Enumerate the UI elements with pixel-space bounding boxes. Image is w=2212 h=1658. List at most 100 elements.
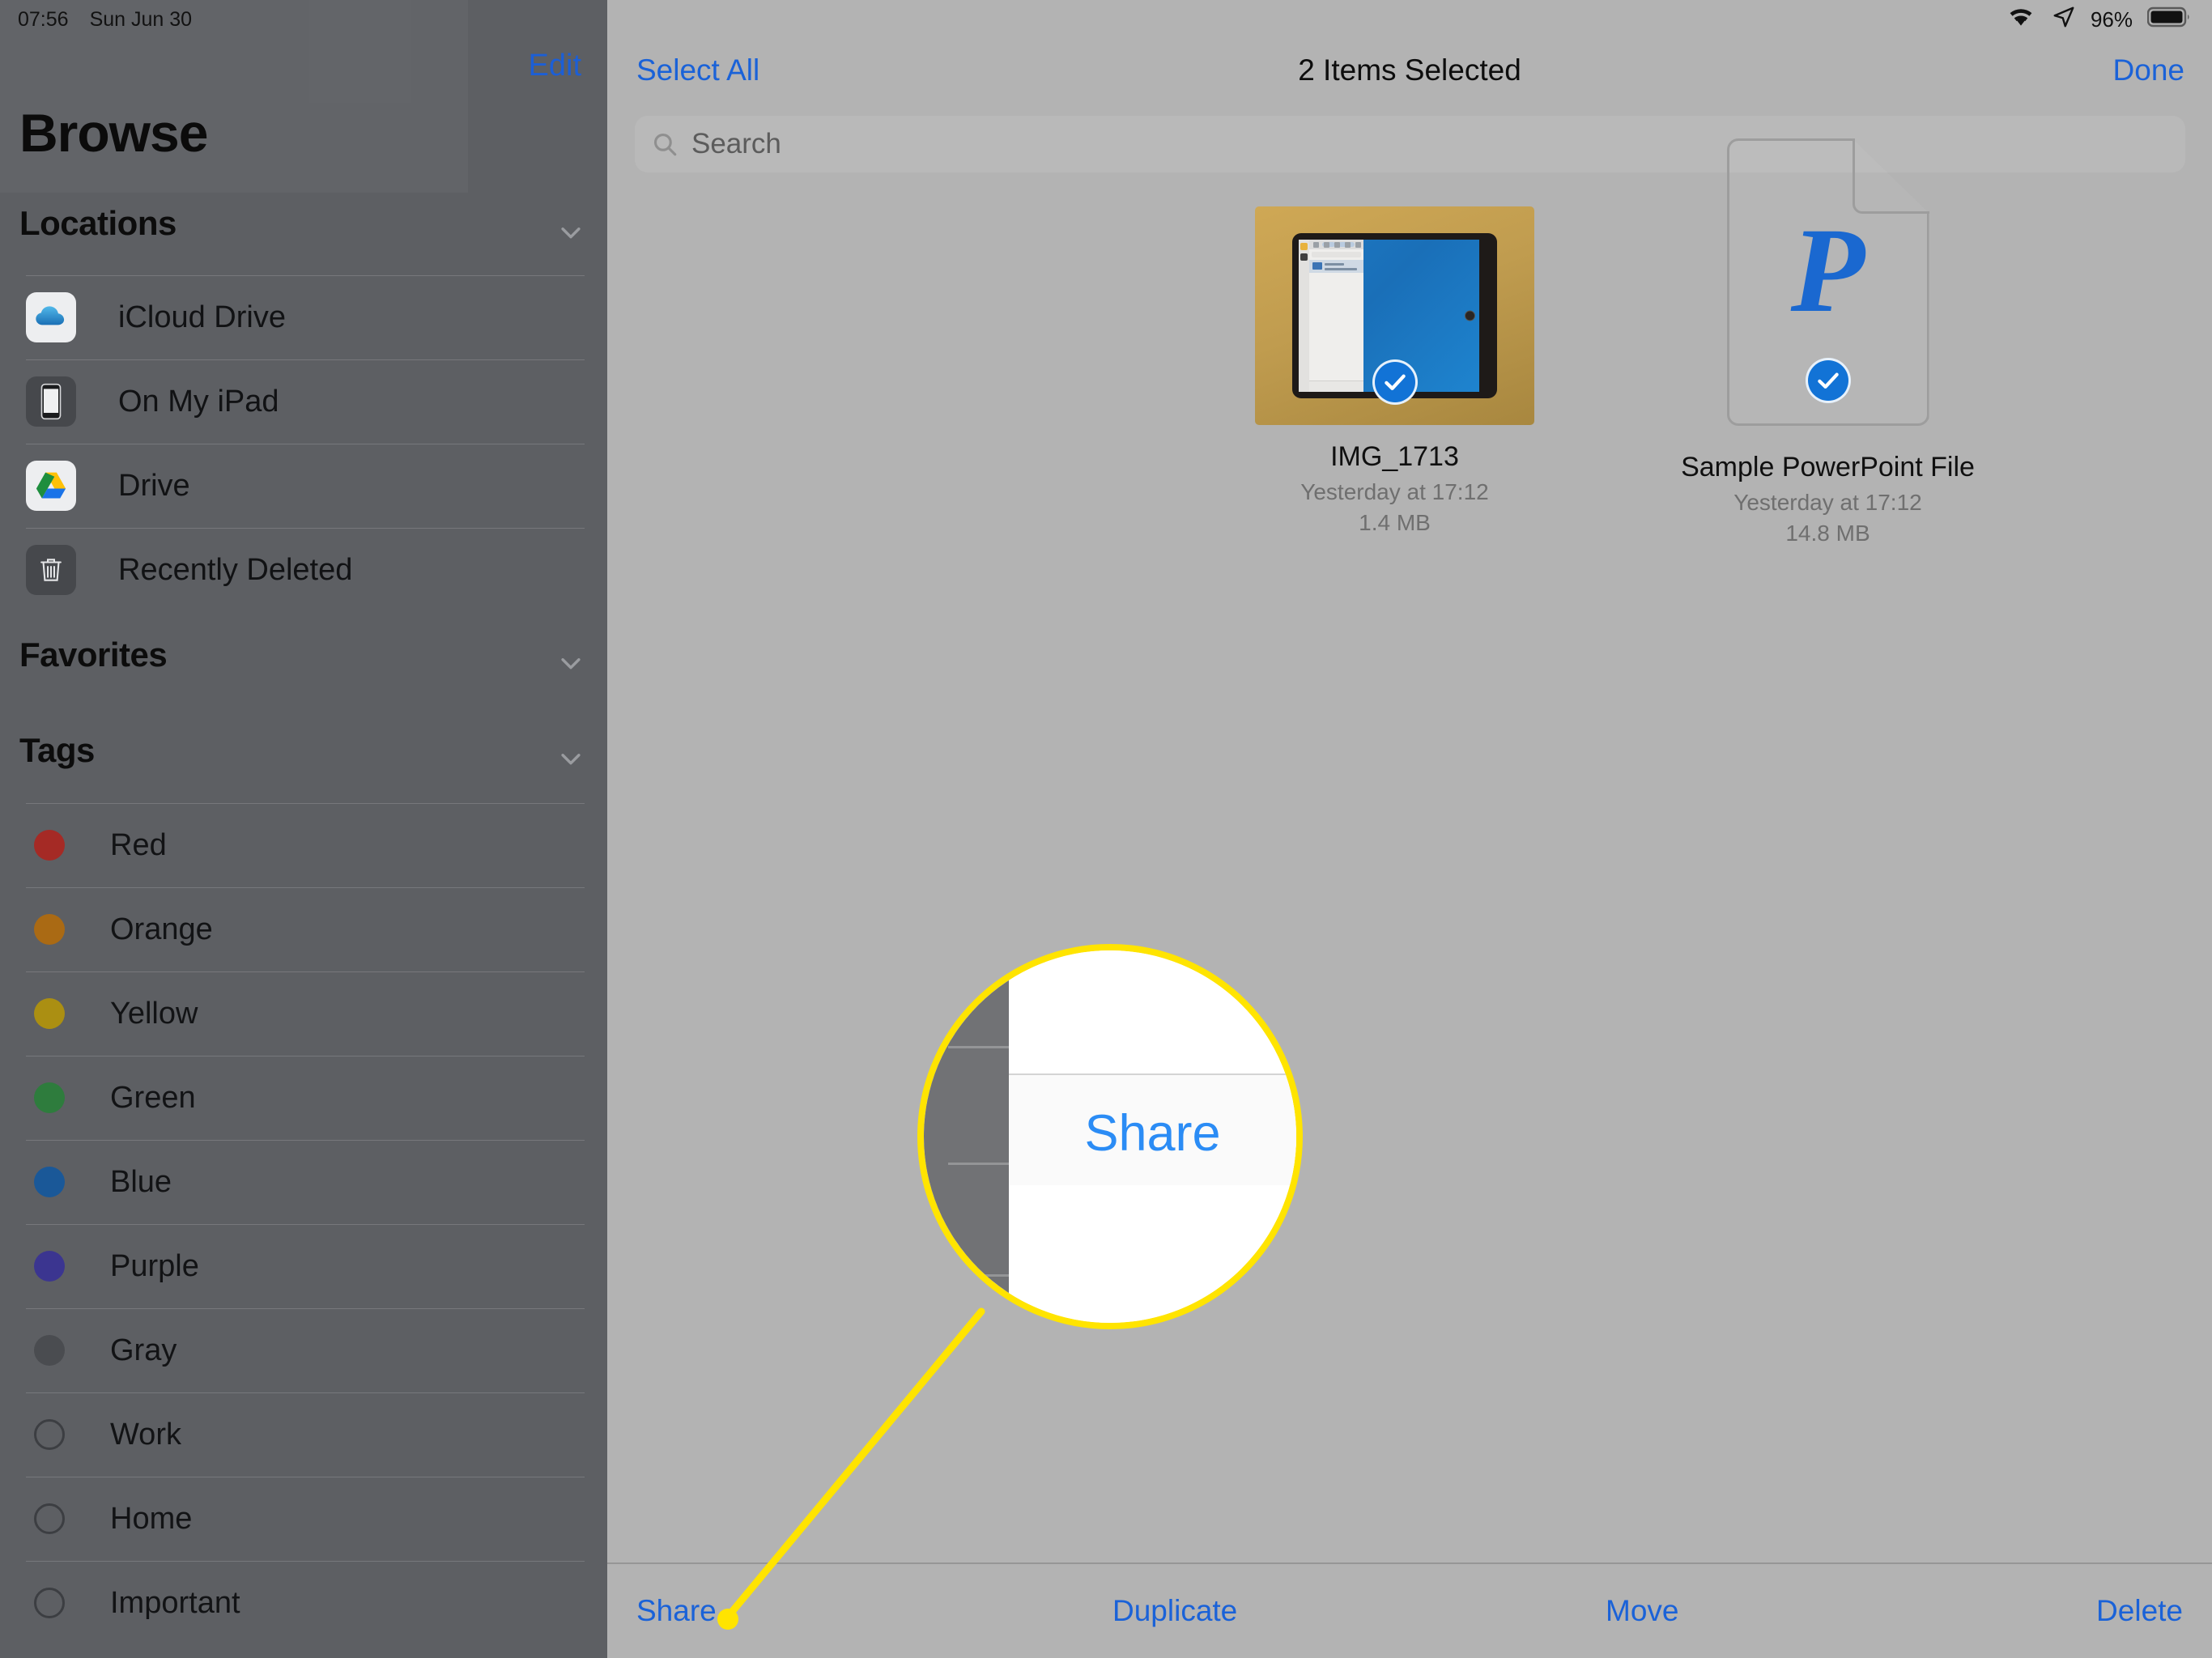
sidebar-item-label: Drive bbox=[118, 468, 190, 503]
row-separator bbox=[26, 528, 585, 529]
magnified-separator bbox=[948, 1163, 1009, 1165]
row-separator bbox=[26, 803, 585, 804]
tag-color-dot bbox=[34, 1419, 65, 1450]
mini-rail bbox=[1299, 240, 1309, 392]
file-grid: IMG_1713 Yesterday at 17:12 1.4 MB P Sam… bbox=[1255, 138, 1975, 546]
row-separator bbox=[26, 1561, 585, 1562]
selection-count-title: 2 Items Selected bbox=[1298, 53, 1521, 87]
location-arrow-icon bbox=[2052, 5, 2076, 35]
chevron-down-icon[interactable] bbox=[557, 745, 585, 772]
bottom-toolbar: Share Duplicate Move Delete bbox=[607, 1562, 2212, 1658]
mini-folder-icon bbox=[1312, 262, 1322, 270]
battery-percent-label: 96% bbox=[2090, 6, 2133, 32]
edit-button[interactable]: Edit bbox=[529, 49, 581, 83]
ipad-device-icon bbox=[26, 376, 76, 427]
sidebar-tag-home[interactable]: Home bbox=[0, 1477, 607, 1561]
select-all-button[interactable]: Select All bbox=[636, 53, 759, 87]
section-header-locations: Locations bbox=[19, 204, 177, 242]
file-item-powerpoint[interactable]: P Sample PowerPoint File Yesterday at 17… bbox=[1681, 138, 1975, 546]
mini-text-line bbox=[1325, 263, 1344, 266]
tag-label: Green bbox=[110, 1080, 196, 1115]
powerpoint-p-glyph: P bbox=[1790, 203, 1865, 338]
status-bar-right: 96% bbox=[2005, 0, 2191, 39]
tag-label: Yellow bbox=[110, 996, 198, 1031]
tag-color-dot bbox=[34, 1167, 65, 1197]
sidebar-tag-work[interactable]: Work bbox=[0, 1392, 607, 1477]
mini-tab bbox=[1334, 242, 1340, 248]
sidebar-item-label: iCloud Drive bbox=[118, 300, 286, 334]
checkmark-circle-icon bbox=[1805, 358, 1851, 403]
google-drive-icon bbox=[26, 461, 76, 511]
magnified-separator bbox=[948, 1046, 1009, 1048]
sidebar-tag-orange[interactable]: Orange bbox=[0, 887, 607, 971]
row-separator bbox=[26, 359, 585, 360]
share-button[interactable]: Share bbox=[636, 1594, 717, 1628]
chevron-down-icon[interactable] bbox=[557, 649, 585, 677]
chevron-down-icon[interactable] bbox=[557, 219, 585, 246]
tag-color-dot bbox=[34, 830, 65, 861]
tag-color-dot bbox=[34, 1082, 65, 1113]
mini-search-box bbox=[1312, 252, 1361, 257]
ipad-files-screen: 07:56 Sun Jun 30 Edit Browse Locations i… bbox=[0, 0, 2212, 1658]
magnified-sidebar-edge bbox=[924, 950, 1009, 1323]
powerpoint-document-icon: P bbox=[1726, 138, 1929, 426]
mini-tab bbox=[1345, 242, 1351, 248]
mini-file-panel bbox=[1309, 240, 1363, 392]
sidebar-item-recently-deleted[interactable]: Recently Deleted bbox=[0, 528, 607, 612]
done-button[interactable]: Done bbox=[2113, 53, 2184, 87]
tag-color-dot bbox=[34, 1251, 65, 1282]
sidebar-item-label: On My iPad bbox=[118, 384, 279, 419]
search-placeholder: Search bbox=[691, 128, 781, 159]
sidebar-tag-green[interactable]: Green bbox=[0, 1056, 607, 1140]
trash-icon bbox=[26, 545, 76, 595]
tag-label: Important bbox=[110, 1585, 240, 1620]
status-bar-left: 07:56 Sun Jun 30 bbox=[0, 0, 607, 39]
tag-label: Purple bbox=[110, 1248, 199, 1283]
status-bar-date: Sun Jun 30 bbox=[89, 7, 193, 31]
magnifier-callout: Share bbox=[917, 944, 1303, 1329]
duplicate-button[interactable]: Duplicate bbox=[1112, 1594, 1237, 1628]
delete-button[interactable]: Delete bbox=[2096, 1594, 2183, 1628]
sidebar-tag-important[interactable]: Important bbox=[0, 1561, 607, 1645]
status-bar-time: 07:56 bbox=[18, 7, 69, 31]
tag-color-dot bbox=[34, 914, 65, 945]
magnified-share-label: Share bbox=[1084, 1105, 1221, 1162]
row-separator bbox=[26, 1308, 585, 1309]
sidebar-item-drive[interactable]: Drive bbox=[0, 444, 607, 528]
tag-color-dot bbox=[34, 998, 65, 1029]
mini-rail-icon bbox=[1300, 253, 1308, 261]
sidebar-tag-red[interactable]: Red bbox=[0, 803, 607, 887]
section-header-tags: Tags bbox=[19, 731, 95, 769]
sidebar-item-on-my-ipad[interactable]: On My iPad bbox=[0, 359, 607, 444]
tag-label: Blue bbox=[110, 1164, 172, 1199]
tag-color-dot bbox=[34, 1588, 65, 1618]
row-separator bbox=[26, 887, 585, 888]
row-separator bbox=[26, 1392, 585, 1393]
search-bar[interactable]: Search bbox=[635, 116, 2185, 172]
mini-tab bbox=[1313, 242, 1319, 248]
sidebar-tag-purple[interactable]: Purple bbox=[0, 1224, 607, 1308]
move-button[interactable]: Move bbox=[1606, 1594, 1678, 1628]
tag-label: Orange bbox=[110, 912, 213, 946]
file-date: Yesterday at 17:12 bbox=[1300, 479, 1489, 504]
sidebar-tag-gray[interactable]: Gray bbox=[0, 1308, 607, 1392]
mini-text-line bbox=[1325, 268, 1357, 270]
mini-rail-icon bbox=[1300, 243, 1308, 250]
tag-color-dot bbox=[34, 1335, 65, 1366]
magnified-separator bbox=[948, 1274, 1009, 1277]
file-size: 14.8 MB bbox=[1785, 521, 1870, 546]
file-size: 1.4 MB bbox=[1359, 510, 1431, 535]
magnifier-content: Share bbox=[924, 950, 1296, 1323]
sidebar: 07:56 Sun Jun 30 Edit Browse Locations i… bbox=[0, 0, 607, 1658]
tag-label: Gray bbox=[110, 1333, 177, 1367]
sidebar-tag-yellow[interactable]: Yellow bbox=[0, 971, 607, 1056]
row-separator bbox=[26, 275, 585, 276]
ipad-home-button-icon bbox=[1465, 310, 1475, 321]
sidebar-item-icloud-drive[interactable]: iCloud Drive bbox=[0, 275, 607, 359]
row-separator bbox=[26, 1140, 585, 1141]
sidebar-item-label: Recently Deleted bbox=[118, 552, 353, 587]
file-item-photo[interactable]: IMG_1713 Yesterday at 17:12 1.4 MB bbox=[1255, 206, 1534, 546]
sidebar-tag-blue[interactable]: Blue bbox=[0, 1140, 607, 1224]
callout-anchor-dot bbox=[717, 1609, 738, 1630]
battery-icon bbox=[2146, 6, 2191, 34]
